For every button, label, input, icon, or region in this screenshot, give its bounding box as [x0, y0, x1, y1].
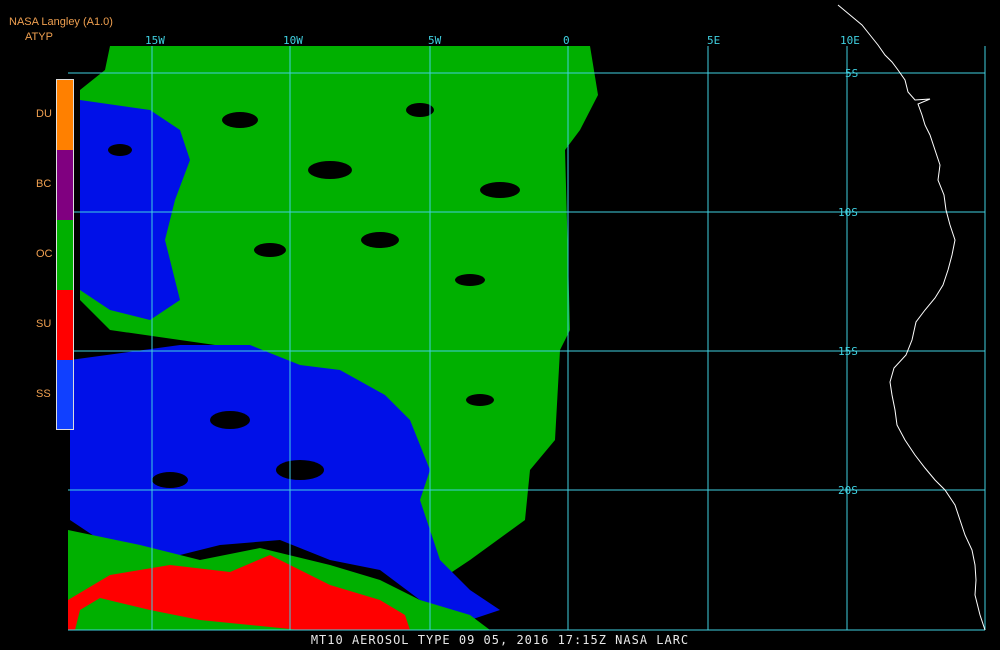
- legend-label-du: DU: [36, 108, 52, 120]
- lon-label-5e: 5E: [707, 34, 721, 47]
- legend-swatch-bc: [57, 150, 73, 220]
- lon-label-5w: 5W: [428, 34, 442, 47]
- map-footer: MT10 AEROSOL TYPE 09 05, 2016 17:15Z NAS…: [310, 633, 690, 647]
- aerosol-swath: [68, 46, 598, 630]
- legend-swatch-ss: [57, 360, 73, 429]
- legend-label-ss: SS: [36, 388, 51, 400]
- legend-label-bc: BC: [36, 178, 52, 190]
- lon-label-15w: 15W: [145, 34, 165, 47]
- lat-label-20s: 20S: [838, 484, 858, 497]
- lon-label-10e: 10E: [840, 34, 860, 47]
- legend-swatch-su: [57, 290, 73, 360]
- legend-label-oc: OC: [36, 248, 53, 260]
- aerosol-type-legend: [56, 79, 74, 430]
- header-title: NASA Langley (A1.0): [9, 16, 113, 28]
- coastline: [837, 4, 986, 631]
- legend-label-su: SU: [36, 318, 52, 330]
- legend-swatch-du: [57, 80, 73, 150]
- legend-swatch-oc: [57, 220, 73, 290]
- lon-label-10w: 10W: [283, 34, 303, 47]
- lat-label-5s: 5S: [845, 67, 859, 80]
- product-label: ATYP: [25, 31, 53, 43]
- lat-label-10s: 10S: [838, 206, 858, 219]
- lon-label-0: 0: [563, 34, 570, 47]
- aerosol-type-map: [68, 4, 986, 631]
- lat-label-15s: 15S: [838, 345, 858, 358]
